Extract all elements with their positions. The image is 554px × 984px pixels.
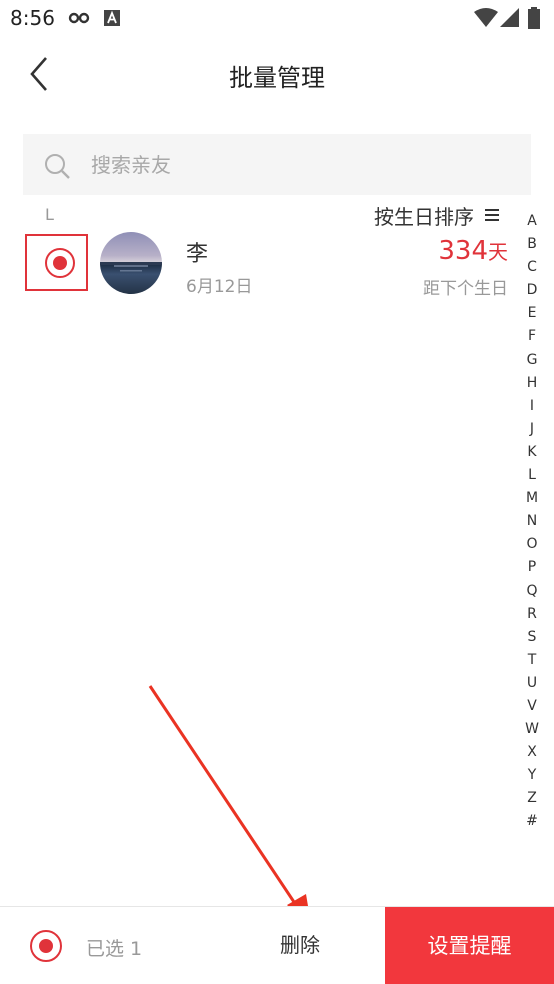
index-letter[interactable]: Q bbox=[520, 580, 544, 603]
index-letter[interactable]: M bbox=[520, 487, 544, 510]
menu-lines-icon bbox=[485, 209, 499, 221]
font-a-icon bbox=[104, 10, 120, 30]
group-header-letter: L bbox=[45, 205, 54, 224]
index-letter[interactable]: Y bbox=[520, 764, 544, 787]
days-caption: 距下个生日 bbox=[423, 279, 508, 299]
index-letter[interactable]: P bbox=[520, 556, 544, 579]
index-letter[interactable]: C bbox=[520, 256, 544, 279]
screen: 8:56 批量管理 搜索亲友 L 按生日排序 李 6月12日 334天 距下个生… bbox=[0, 0, 554, 984]
battery-icon bbox=[528, 7, 540, 33]
days-count: 334 bbox=[438, 236, 488, 266]
index-letter[interactable]: Z bbox=[520, 787, 544, 810]
contact-row[interactable]: 李 6月12日 334天 距下个生日 bbox=[0, 228, 520, 299]
select-all-radio[interactable] bbox=[30, 930, 62, 962]
search-input[interactable] bbox=[91, 146, 511, 184]
index-letter[interactable]: W bbox=[520, 718, 544, 741]
select-checkbox[interactable] bbox=[25, 234, 88, 291]
selected-count-label: 已选 1 bbox=[86, 938, 143, 960]
index-letter[interactable]: J bbox=[520, 418, 544, 441]
page-title: 批量管理 bbox=[229, 64, 325, 92]
index-letter[interactable]: B bbox=[520, 233, 544, 256]
bottom-action-bar: 已选 1 删除 设置提醒 bbox=[0, 906, 554, 984]
avatar bbox=[100, 232, 162, 294]
index-letter[interactable]: R bbox=[520, 603, 544, 626]
status-bar: 8:56 bbox=[0, 0, 554, 38]
delete-button[interactable]: 删除 bbox=[260, 925, 340, 965]
contact-name: 李 bbox=[186, 242, 209, 267]
signal-icon bbox=[500, 8, 520, 32]
index-letter[interactable]: H bbox=[520, 372, 544, 395]
index-letter[interactable]: A bbox=[520, 210, 544, 233]
index-letter[interactable]: V bbox=[520, 695, 544, 718]
index-letter[interactable]: F bbox=[520, 325, 544, 348]
index-letter[interactable]: N bbox=[520, 510, 544, 533]
status-time: 8:56 bbox=[10, 6, 55, 30]
days-unit: 天 bbox=[488, 240, 508, 264]
radio-checked-icon bbox=[45, 248, 75, 278]
wifi-icon bbox=[474, 8, 498, 32]
index-letter[interactable]: # bbox=[520, 810, 544, 833]
index-letter[interactable]: D bbox=[520, 279, 544, 302]
index-letter[interactable]: G bbox=[520, 349, 544, 372]
index-letter[interactable]: K bbox=[520, 441, 544, 464]
sort-by-birthday-button[interactable]: 按生日排序 bbox=[374, 200, 500, 230]
sort-label: 按生日排序 bbox=[374, 204, 474, 229]
index-letter[interactable]: T bbox=[520, 649, 544, 672]
days-until-birthday: 334天 bbox=[438, 236, 508, 266]
index-letter[interactable]: L bbox=[520, 464, 544, 487]
search-icon bbox=[43, 152, 71, 184]
search-bar[interactable] bbox=[23, 134, 531, 195]
glasses-icon bbox=[68, 10, 90, 30]
index-letter[interactable]: X bbox=[520, 741, 544, 764]
index-letter[interactable]: U bbox=[520, 672, 544, 695]
contact-birthday: 6月12日 bbox=[186, 277, 253, 297]
set-reminder-button[interactable]: 设置提醒 bbox=[385, 907, 554, 984]
index-letter[interactable]: I bbox=[520, 395, 544, 418]
alphabet-index[interactable]: A B C D E F G H I J K L M N O P Q R S T U V W X Y Z # bbox=[520, 210, 544, 834]
index-letter[interactable]: E bbox=[520, 302, 544, 325]
index-letter[interactable]: S bbox=[520, 626, 544, 649]
index-letter[interactable]: O bbox=[520, 533, 544, 556]
